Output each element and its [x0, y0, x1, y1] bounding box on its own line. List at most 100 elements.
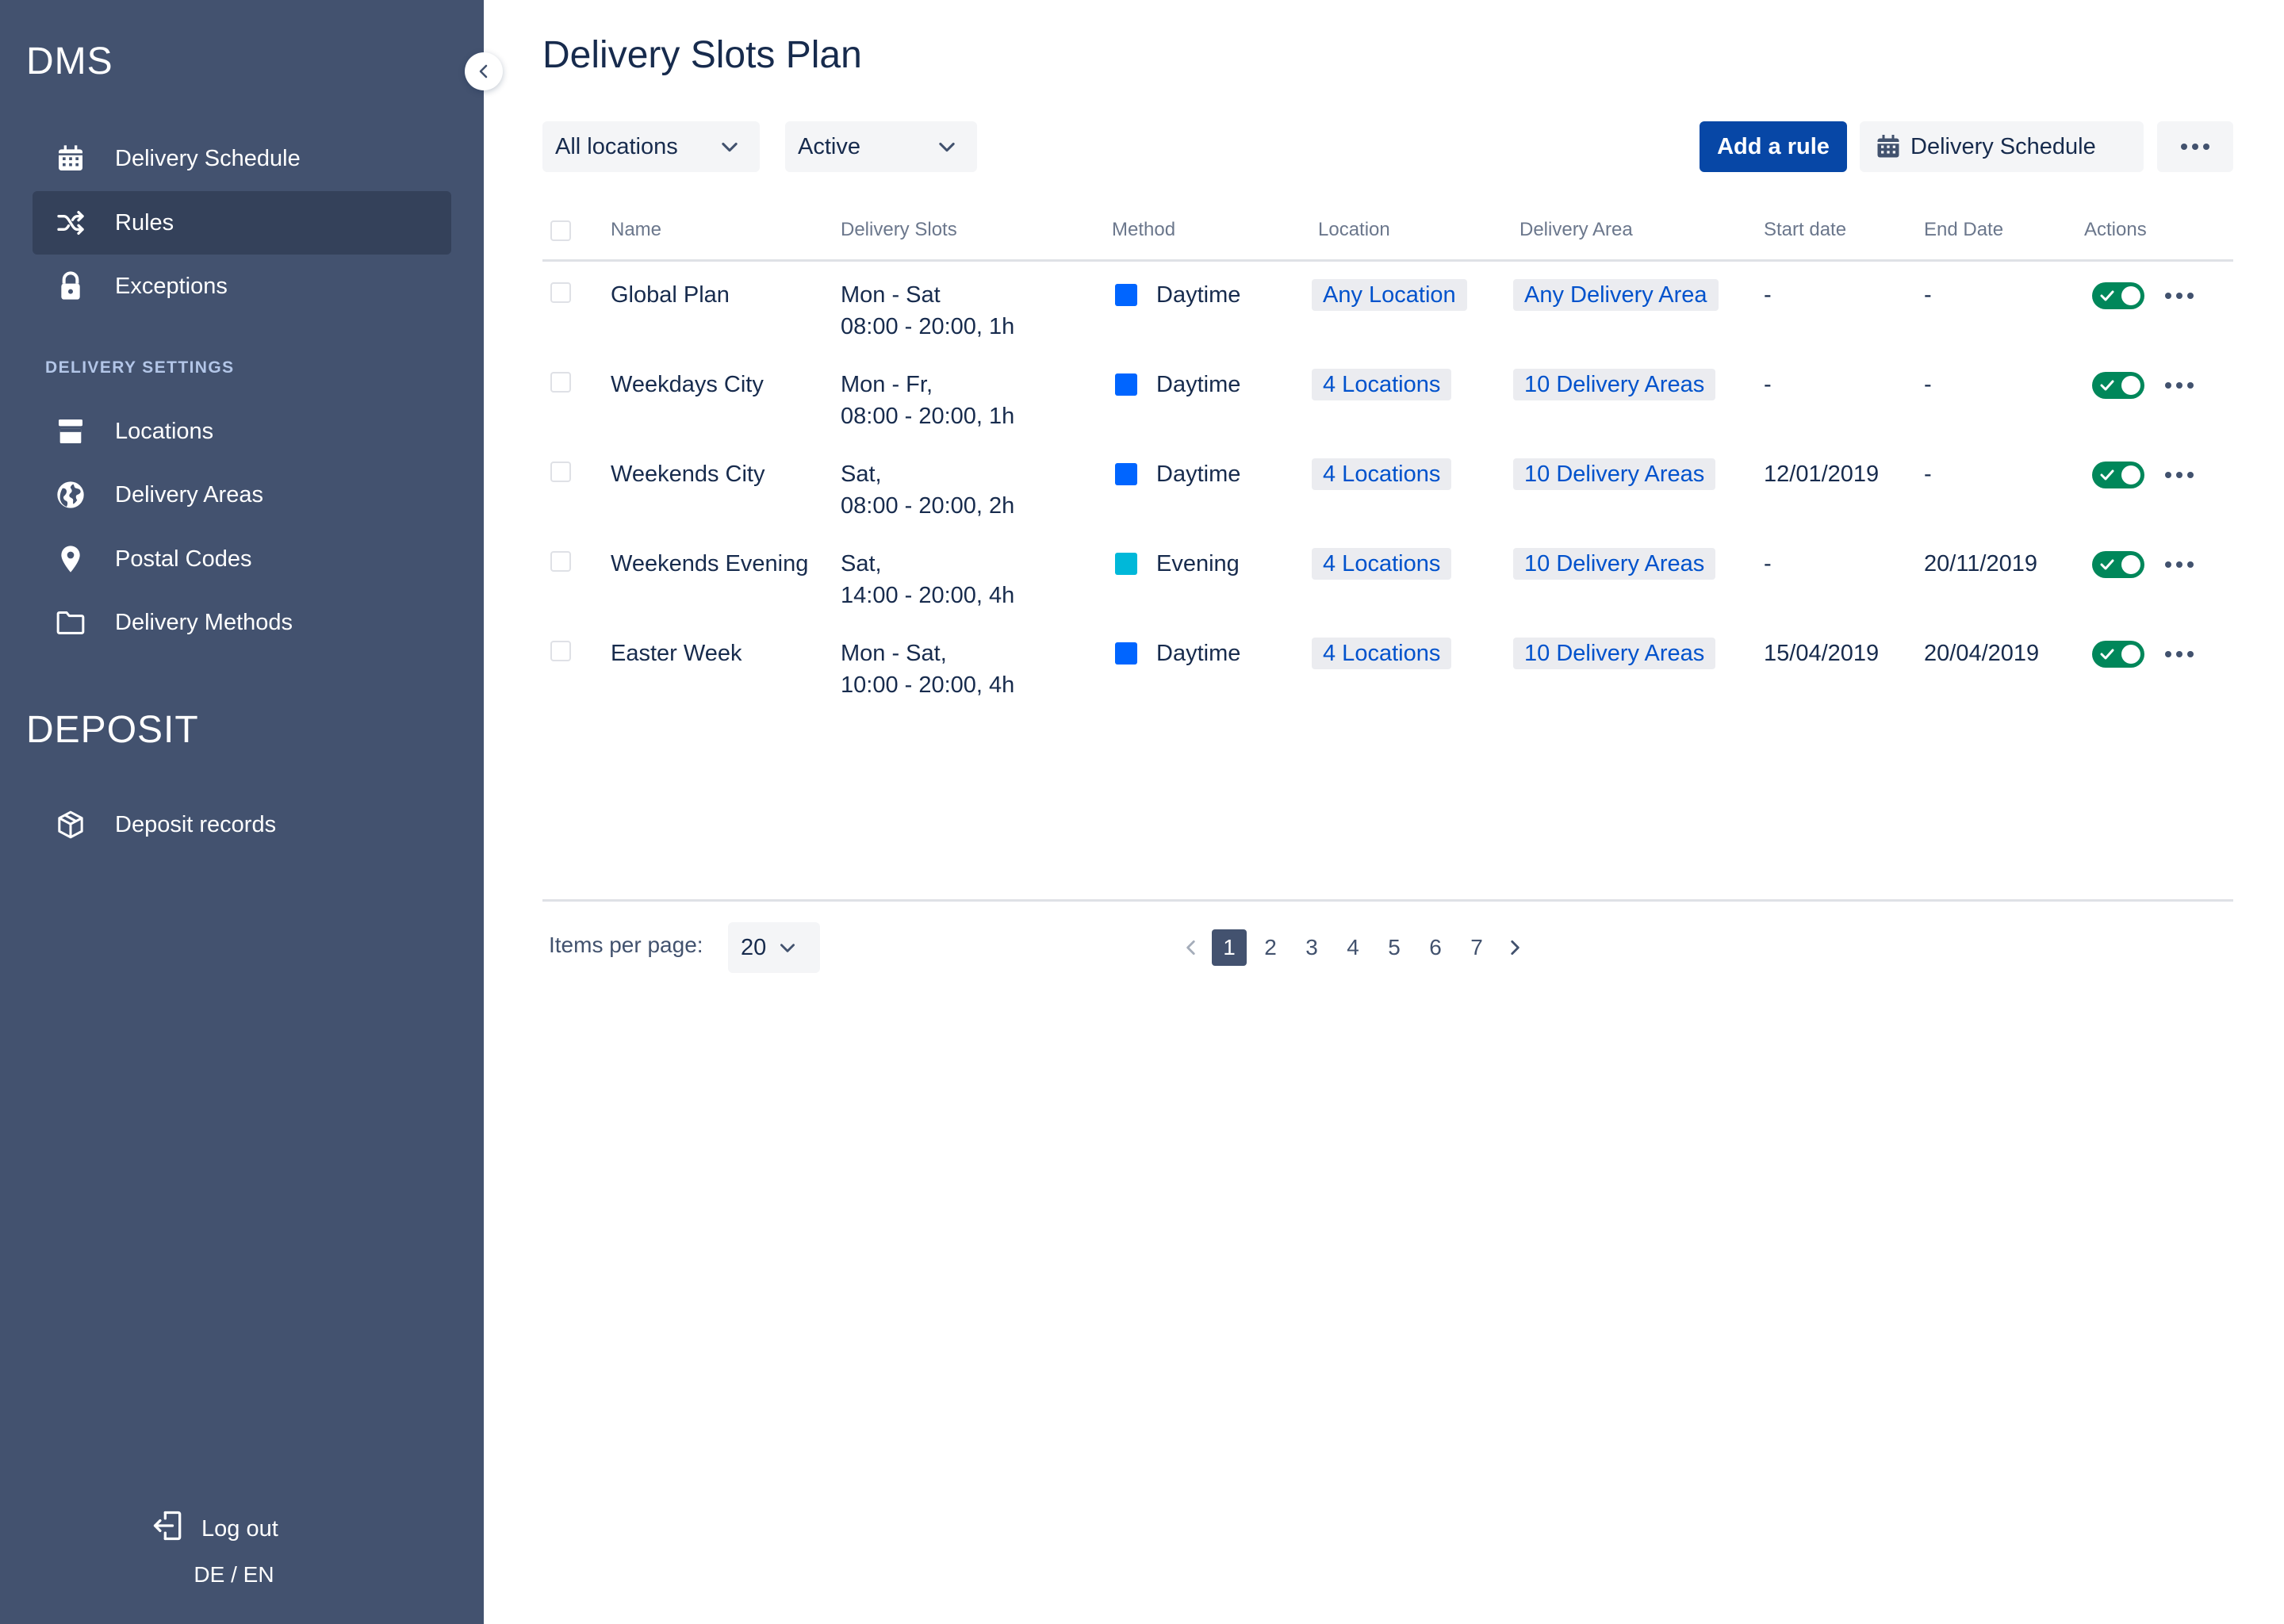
previous-page-button[interactable] [1174, 929, 1209, 966]
sidebar-item-delivery-areas[interactable]: Delivery Areas [33, 463, 451, 527]
select-all-checkbox[interactable] [550, 220, 571, 241]
column-header-location[interactable]: Location [1318, 219, 1390, 241]
start-date: - [1764, 372, 1772, 397]
rule-active-toggle[interactable] [2092, 282, 2144, 309]
page-button-3[interactable]: 3 [1294, 929, 1329, 966]
location-tag[interactable]: 4 Locations [1312, 369, 1452, 400]
package-icon [33, 809, 109, 841]
table-row[interactable]: Weekends Evening Sat, 14:00 - 20:00, 4h E… [542, 548, 2233, 638]
sidebar-item-label: Delivery Schedule [115, 145, 301, 171]
row-checkbox[interactable] [550, 372, 571, 393]
row-more-button[interactable] [2162, 372, 2197, 399]
logout-icon [151, 1508, 186, 1549]
method-color-swatch [1115, 642, 1137, 665]
start-date: - [1764, 282, 1772, 308]
delivery-slots: Mon - Sat, 10:00 - 20:00, 4h [841, 638, 1014, 701]
sidebar-item-rules[interactable]: Rules [33, 191, 451, 255]
row-more-button[interactable] [2162, 462, 2197, 488]
rule-active-toggle[interactable] [2092, 462, 2144, 488]
row-checkbox[interactable] [550, 551, 571, 572]
row-more-button[interactable] [2162, 551, 2197, 578]
more-horizontal-icon [2165, 651, 2194, 657]
location-tag[interactable]: 4 Locations [1312, 548, 1452, 580]
pagination: 1 2 3 4 5 6 7 [1174, 929, 1532, 966]
column-header-name[interactable]: Name [611, 219, 661, 241]
chevron-down-icon [936, 136, 958, 158]
calendar-icon [1874, 132, 1903, 161]
rule-active-toggle[interactable] [2092, 372, 2144, 399]
status-filter-value: Active [798, 133, 860, 159]
check-icon [2100, 559, 2114, 570]
sidebar-item-delivery-methods[interactable]: Delivery Methods [33, 591, 451, 654]
location-tag[interactable]: 4 Locations [1312, 638, 1452, 669]
column-header-method[interactable]: Method [1112, 219, 1175, 241]
more-options-button[interactable] [2157, 121, 2233, 172]
logout-button[interactable]: Log out [151, 1508, 278, 1549]
row-checkbox[interactable] [550, 282, 571, 303]
table-row[interactable]: Weekends City Sat, 08:00 - 20:00, 2h Dayt… [542, 458, 2233, 548]
column-header-start-date[interactable]: Start date [1764, 219, 1846, 241]
sidebar-item-label: Rules [115, 209, 174, 236]
chevron-left-icon [474, 62, 493, 81]
lock-icon [33, 270, 109, 302]
sidebar-collapse-button[interactable] [465, 52, 503, 90]
rule-active-toggle[interactable] [2092, 641, 2144, 668]
delivery-area-tag[interactable]: 10 Delivery Areas [1513, 458, 1716, 490]
location-tag[interactable]: 4 Locations [1312, 458, 1452, 490]
slot-time: 14:00 - 20:00, 4h [841, 583, 1015, 608]
chevron-right-icon [1511, 940, 1519, 955]
location-filter-select[interactable]: All locations [542, 121, 760, 172]
delivery-schedule-button-label: Delivery Schedule [1910, 133, 2096, 159]
page-button-2[interactable]: 2 [1253, 929, 1288, 966]
slot-days: Sat, [841, 551, 882, 576]
delivery-area-tag[interactable]: 10 Delivery Areas [1513, 369, 1716, 400]
delivery-area-tag[interactable]: 10 Delivery Areas [1513, 548, 1716, 580]
toggle-knob [2121, 376, 2140, 395]
more-horizontal-icon [2165, 382, 2194, 389]
location-tag[interactable]: Any Location [1312, 279, 1467, 311]
row-more-button[interactable] [2162, 282, 2197, 309]
sidebar-item-label: Delivery Areas [115, 481, 263, 508]
method-label: Daytime [1156, 462, 1241, 487]
sidebar-item-locations[interactable]: Locations [33, 400, 451, 463]
delivery-slots: Mon - Fr, 08:00 - 20:00, 1h [841, 369, 1014, 432]
table-row[interactable]: Weekdays City Mon - Fr, 08:00 - 20:00, 1h… [542, 369, 2233, 458]
next-page-button[interactable] [1497, 929, 1532, 966]
status-filter-select[interactable]: Active [785, 121, 977, 172]
logout-label: Log out [201, 1515, 278, 1542]
deposit-brand: DEPOSIT [26, 709, 199, 751]
sidebar-item-label: Postal Codes [115, 546, 252, 572]
delivery-area-tag[interactable]: 10 Delivery Areas [1513, 638, 1716, 669]
table-row[interactable]: Global Plan Mon - Sat 08:00 - 20:00, 1h D… [542, 279, 2233, 369]
sidebar-item-delivery-schedule[interactable]: Delivery Schedule [33, 127, 451, 190]
sidebar-item-exceptions[interactable]: Exceptions [33, 255, 451, 318]
end-date: - [1924, 372, 1932, 397]
page-button-1[interactable]: 1 [1212, 929, 1247, 966]
end-date: - [1924, 282, 1932, 308]
items-per-page-select[interactable]: 20 [728, 922, 820, 973]
column-header-delivery-area[interactable]: Delivery Area [1519, 219, 1633, 241]
table-row[interactable]: Easter Week Mon - Sat, 10:00 - 20:00, 4h … [542, 638, 2233, 727]
page-button-6[interactable]: 6 [1418, 929, 1453, 966]
add-rule-button[interactable]: Add a rule [1700, 121, 1847, 172]
delivery-area-tag[interactable]: Any Delivery Area [1513, 279, 1719, 311]
row-checkbox[interactable] [550, 462, 571, 482]
delivery-slots: Sat, 08:00 - 20:00, 2h [841, 458, 1014, 522]
rule-active-toggle[interactable] [2092, 551, 2144, 578]
delivery-schedule-button[interactable]: Delivery Schedule [1860, 121, 2144, 172]
page-button-7[interactable]: 7 [1459, 929, 1494, 966]
sidebar-item-deposit-records[interactable]: Deposit records [33, 793, 451, 856]
row-more-button[interactable] [2162, 641, 2197, 668]
page-button-4[interactable]: 4 [1336, 929, 1370, 966]
sidebar-item-label: Locations [115, 418, 214, 444]
start-date: 15/04/2019 [1764, 641, 1880, 666]
toggle-knob [2121, 645, 2140, 664]
page-button-5[interactable]: 5 [1377, 929, 1412, 966]
column-header-end-date[interactable]: End Date [1924, 219, 2003, 241]
language-switcher[interactable]: DE / EN [0, 1562, 468, 1588]
method-label: Evening [1156, 551, 1240, 576]
column-header-delivery-slots[interactable]: Delivery Slots [841, 219, 957, 241]
row-checkbox[interactable] [550, 641, 571, 661]
sidebar-item-postal-codes[interactable]: Postal Codes [33, 527, 451, 591]
method-color-swatch [1115, 373, 1137, 396]
